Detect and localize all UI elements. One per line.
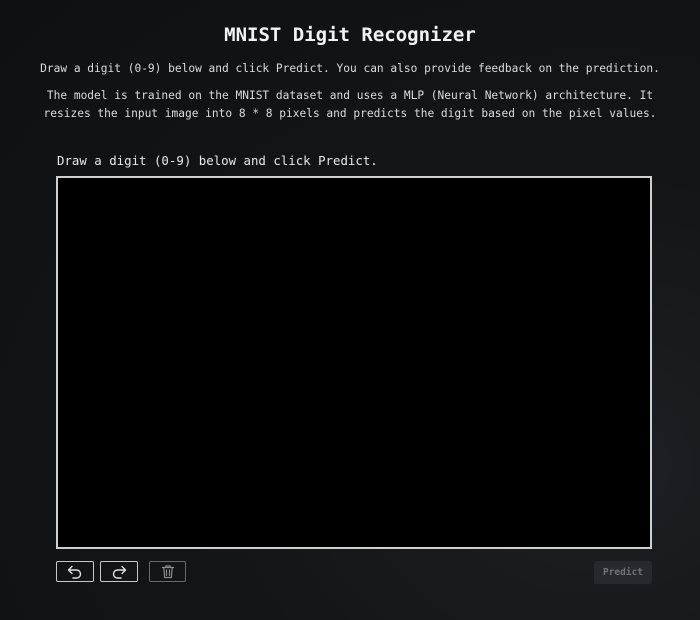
intro-text: Draw a digit (0-9) below and click Predi…: [40, 62, 660, 75]
trash-icon: [161, 565, 174, 579]
redo-icon: [112, 565, 127, 579]
undo-icon: [67, 565, 82, 579]
redo-button[interactable]: [100, 561, 138, 582]
page-title: MNIST Digit Recognizer: [224, 24, 476, 46]
predict-button[interactable]: Predict: [594, 561, 652, 584]
canvas-label: Draw a digit (0-9) below and click Predi…: [57, 153, 378, 168]
model-description: The model is trained on the MNIST datase…: [43, 89, 657, 120]
undo-button[interactable]: [56, 561, 94, 582]
clear-button[interactable]: [149, 561, 186, 582]
drawing-canvas[interactable]: [56, 176, 652, 549]
